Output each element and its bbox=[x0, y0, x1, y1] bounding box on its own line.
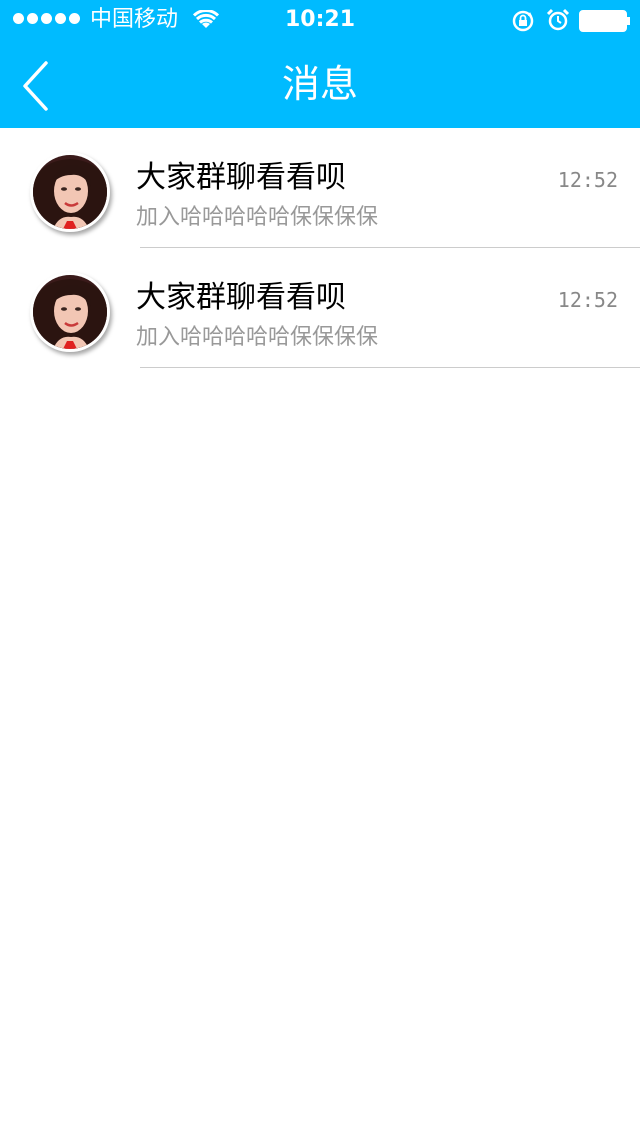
message-row[interactable]: 大家群聊看看呗 12:52 加入哈哈哈哈哈保保保保 bbox=[0, 128, 640, 248]
message-time: 12:52 bbox=[557, 288, 618, 312]
avatar-image bbox=[33, 155, 107, 229]
message-preview: 加入哈哈哈哈哈保保保保 bbox=[136, 205, 379, 230]
rotation-lock-icon bbox=[512, 10, 534, 32]
message-row[interactable]: 大家群聊看看呗 12:52 加入哈哈哈哈哈保保保保 bbox=[0, 248, 640, 368]
status-time: 10:21 bbox=[284, 7, 356, 32]
battery-icon bbox=[579, 10, 630, 32]
alarm-icon bbox=[546, 8, 570, 31]
message-title: 大家群聊看看呗 bbox=[136, 280, 346, 315]
navigation-bar: 消息 bbox=[0, 40, 640, 128]
avatar bbox=[30, 152, 110, 232]
message-list: 大家群聊看看呗 12:52 加入哈哈哈哈哈保保保保 大家群聊看看呗 12:52 … bbox=[0, 128, 640, 368]
page-title: 消息 bbox=[281, 62, 358, 106]
status-bar: 中国移动 10:21 bbox=[0, 0, 640, 40]
avatar bbox=[30, 272, 110, 352]
message-title: 大家群聊看看呗 bbox=[136, 160, 346, 195]
message-preview: 加入哈哈哈哈哈保保保保 bbox=[136, 325, 379, 350]
avatar-image bbox=[33, 275, 107, 349]
divider bbox=[140, 367, 640, 368]
message-time: 12:52 bbox=[557, 168, 618, 192]
